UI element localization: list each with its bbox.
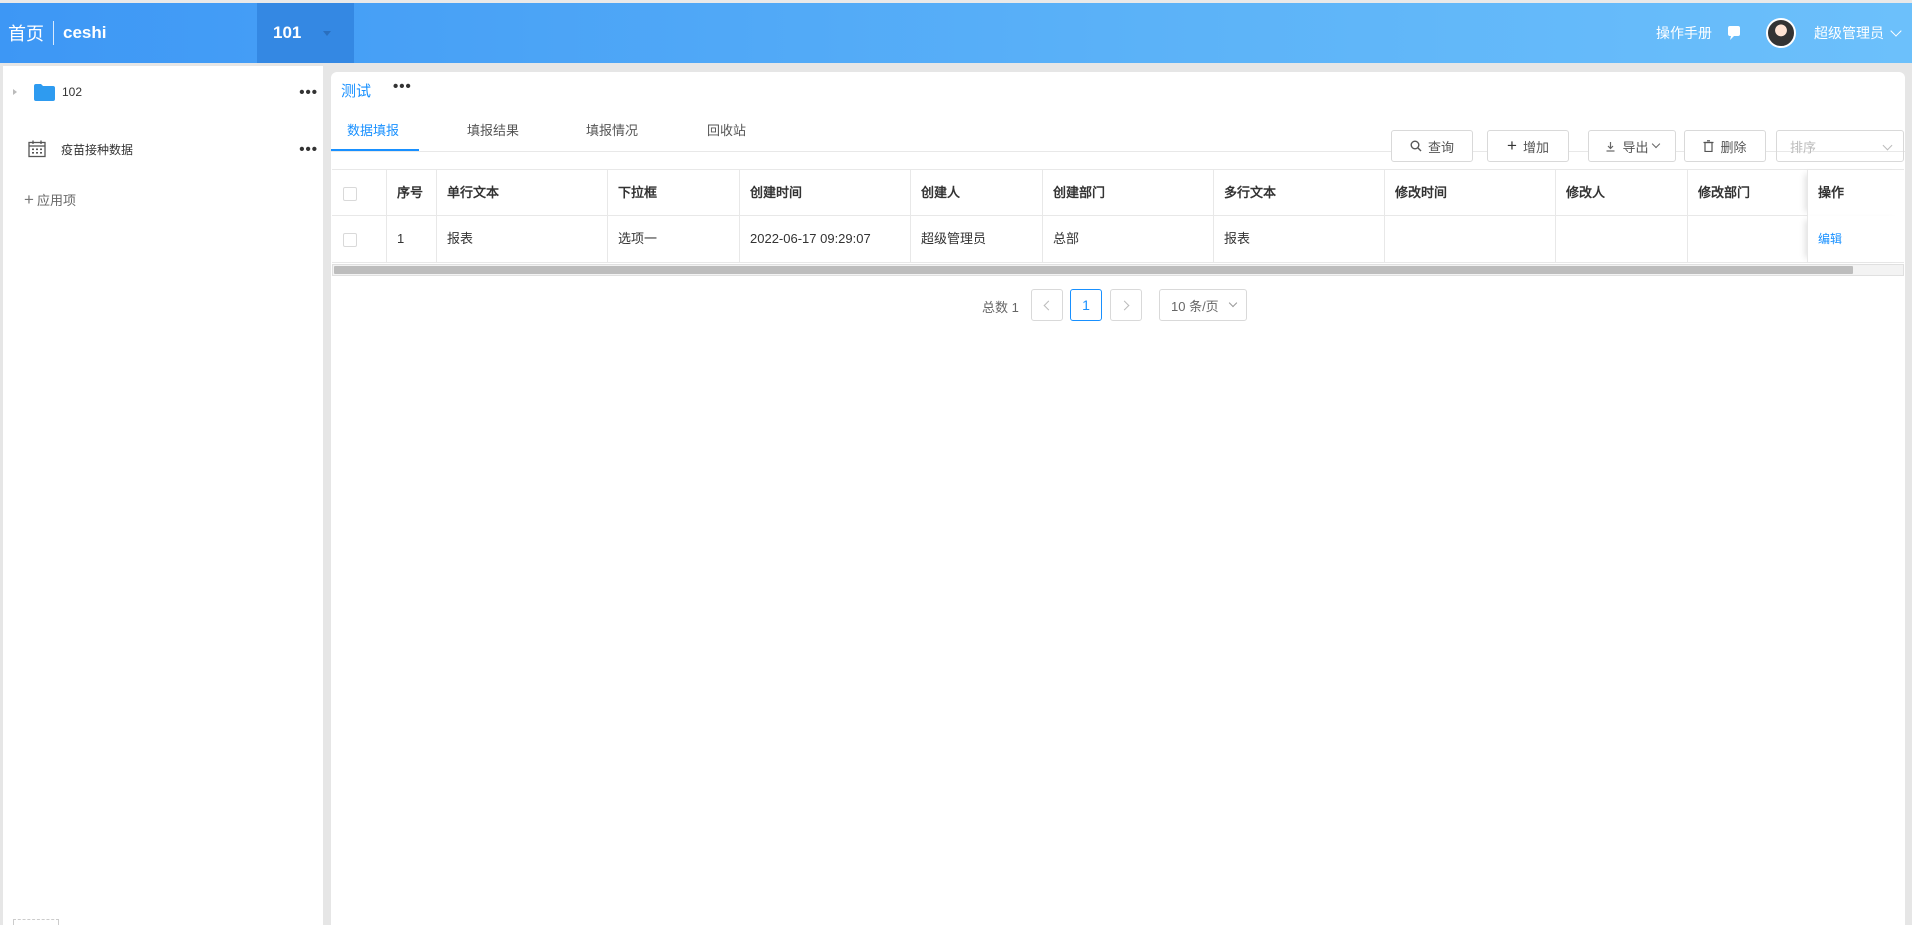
sidebar: 102 ••• 疫苗接种数据 ••• + 应用项 bbox=[3, 66, 323, 925]
next-page-button[interactable] bbox=[1110, 289, 1142, 321]
column-header[interactable]: 修改部门 bbox=[1687, 170, 1807, 216]
brand-divider bbox=[53, 21, 54, 45]
query-label: 查询 bbox=[1427, 139, 1454, 155]
sidebar-item-folder[interactable]: 102 ••• bbox=[3, 74, 323, 110]
column-header[interactable]: 创建部门 bbox=[1042, 170, 1213, 216]
top-header: 首页 ceshi 101 操作手册 超级管理员 bbox=[0, 3, 1912, 63]
cell-single-text: 报表 bbox=[436, 216, 607, 262]
sidebar-item-label: 疫苗接种数据 bbox=[61, 142, 134, 157]
tab-results[interactable]: 填报结果 bbox=[467, 120, 519, 139]
column-header[interactable]: 下拉框 bbox=[607, 170, 739, 216]
export-button[interactable]: 导出 bbox=[1588, 130, 1676, 162]
cell-multi-text: 报表 bbox=[1213, 216, 1384, 262]
cell-created-time: 2022-06-17 09:29:07 bbox=[739, 216, 910, 262]
add-app-label: 应用项 bbox=[36, 193, 76, 208]
chevron-down-icon[interactable] bbox=[1890, 24, 1902, 37]
add-button[interactable]: + 增加 bbox=[1487, 130, 1569, 162]
page-size-label: 10 条/页 bbox=[1171, 298, 1219, 314]
header-right: 操作手册 超级管理员 bbox=[1656, 3, 1902, 63]
caret-down-icon bbox=[323, 30, 332, 36]
column-header[interactable]: 创建人 bbox=[910, 170, 1042, 216]
horizontal-scrollbar[interactable] bbox=[332, 264, 1904, 276]
sidebar-item-form[interactable]: 疫苗接种数据 ••• bbox=[3, 131, 323, 167]
column-header[interactable]: 修改人 bbox=[1555, 170, 1687, 216]
home-link[interactable]: 首页 bbox=[8, 20, 44, 46]
plus-icon: + bbox=[24, 190, 34, 209]
chevron-down-icon bbox=[1882, 140, 1893, 151]
project-name[interactable]: ceshi bbox=[63, 23, 106, 43]
active-tab-indicator bbox=[331, 149, 419, 151]
delete-label: 删除 bbox=[1720, 139, 1747, 155]
column-header[interactable]: 多行文本 bbox=[1213, 170, 1384, 216]
cell-dropdown: 选项一 bbox=[607, 216, 739, 262]
total-count: 总数 1 bbox=[982, 300, 1019, 315]
delete-button[interactable]: 删除 bbox=[1684, 130, 1766, 162]
main-panel: 测试 ••• 数据填报 填报结果 填报情况 回收站 查询 + 增加 导出 删除 … bbox=[331, 72, 1905, 925]
folder-icon bbox=[34, 83, 55, 101]
export-label: 导出 bbox=[1622, 139, 1649, 155]
column-header[interactable]: 单行文本 bbox=[436, 170, 607, 216]
sort-select[interactable]: 排序 bbox=[1776, 130, 1904, 162]
column-header: 操作 bbox=[1807, 170, 1904, 216]
select-all-checkbox[interactable] bbox=[343, 187, 357, 201]
prev-page-button[interactable] bbox=[1031, 289, 1063, 321]
cell-modified-dept bbox=[1687, 216, 1807, 262]
tab-data-entry[interactable]: 数据填报 bbox=[347, 120, 399, 139]
more-icon[interactable]: ••• bbox=[299, 141, 318, 158]
trash-icon bbox=[1703, 140, 1714, 152]
chevron-left-icon bbox=[1043, 300, 1054, 310]
user-name[interactable]: 超级管理员 bbox=[1814, 23, 1884, 43]
column-header[interactable]: 修改时间 bbox=[1384, 170, 1555, 216]
chevron-down-icon bbox=[1651, 139, 1660, 149]
sort-placeholder: 排序 bbox=[1790, 139, 1817, 155]
calendar-icon bbox=[28, 140, 46, 158]
tab-bar: 数据填报 填报结果 填报情况 回收站 查询 + 增加 导出 删除 排序 bbox=[331, 108, 1905, 162]
add-app-button[interactable]: + 应用项 bbox=[24, 190, 76, 209]
chevron-down-icon bbox=[1228, 298, 1238, 308]
form-title[interactable]: 测试 bbox=[341, 80, 371, 101]
tab-recycle-bin[interactable]: 回收站 bbox=[707, 120, 746, 139]
manual-link[interactable]: 操作手册 bbox=[1656, 23, 1712, 43]
page-button-current[interactable]: 1 bbox=[1070, 289, 1102, 321]
more-icon[interactable]: ••• bbox=[393, 78, 412, 95]
tab-status[interactable]: 填报情况 bbox=[586, 120, 638, 139]
search-icon bbox=[1410, 140, 1422, 152]
sidebar-footer-handle[interactable] bbox=[13, 919, 59, 925]
row-select-cell bbox=[332, 216, 386, 262]
row-checkbox[interactable] bbox=[343, 233, 357, 247]
pagination: 总数 1 1 10 条/页 bbox=[331, 289, 1905, 321]
scrollbar-thumb[interactable] bbox=[334, 266, 1853, 274]
cell-index: 1 bbox=[386, 216, 436, 262]
cell-creator: 超级管理员 bbox=[910, 216, 1042, 262]
edit-link[interactable]: 编辑 bbox=[1818, 232, 1842, 246]
column-header[interactable]: 创建时间 bbox=[739, 170, 910, 216]
app-switcher[interactable]: 101 bbox=[257, 3, 354, 63]
select-all-cell bbox=[332, 170, 386, 216]
avatar[interactable] bbox=[1766, 18, 1796, 48]
table-header-row: 序号 单行文本 下拉框 创建时间 创建人 创建部门 多行文本 修改时间 修改人 … bbox=[332, 169, 1904, 216]
notification-icon[interactable] bbox=[1724, 23, 1744, 43]
cell-created-dept: 总部 bbox=[1042, 216, 1213, 262]
download-icon bbox=[1606, 141, 1615, 152]
cell-modifier bbox=[1555, 216, 1687, 262]
add-label: 增加 bbox=[1522, 139, 1549, 155]
sidebar-item-label: 102 bbox=[62, 85, 83, 99]
column-header[interactable]: 序号 bbox=[386, 170, 436, 216]
app-switcher-label: 101 bbox=[273, 23, 302, 42]
more-icon[interactable]: ••• bbox=[299, 84, 318, 101]
plus-icon: + bbox=[1507, 136, 1517, 155]
cell-action: 编辑 bbox=[1807, 216, 1904, 262]
brand: 首页 ceshi bbox=[8, 3, 106, 63]
query-button[interactable]: 查询 bbox=[1391, 130, 1473, 162]
expand-arrow-icon[interactable] bbox=[13, 89, 17, 95]
page-size-select[interactable]: 10 条/页 bbox=[1159, 289, 1247, 321]
cell-modified-time bbox=[1384, 216, 1555, 262]
chevron-right-icon bbox=[1119, 300, 1130, 310]
table-row[interactable]: 1 报表 选项一 2022-06-17 09:29:07 超级管理员 总部 报表… bbox=[332, 216, 1904, 263]
